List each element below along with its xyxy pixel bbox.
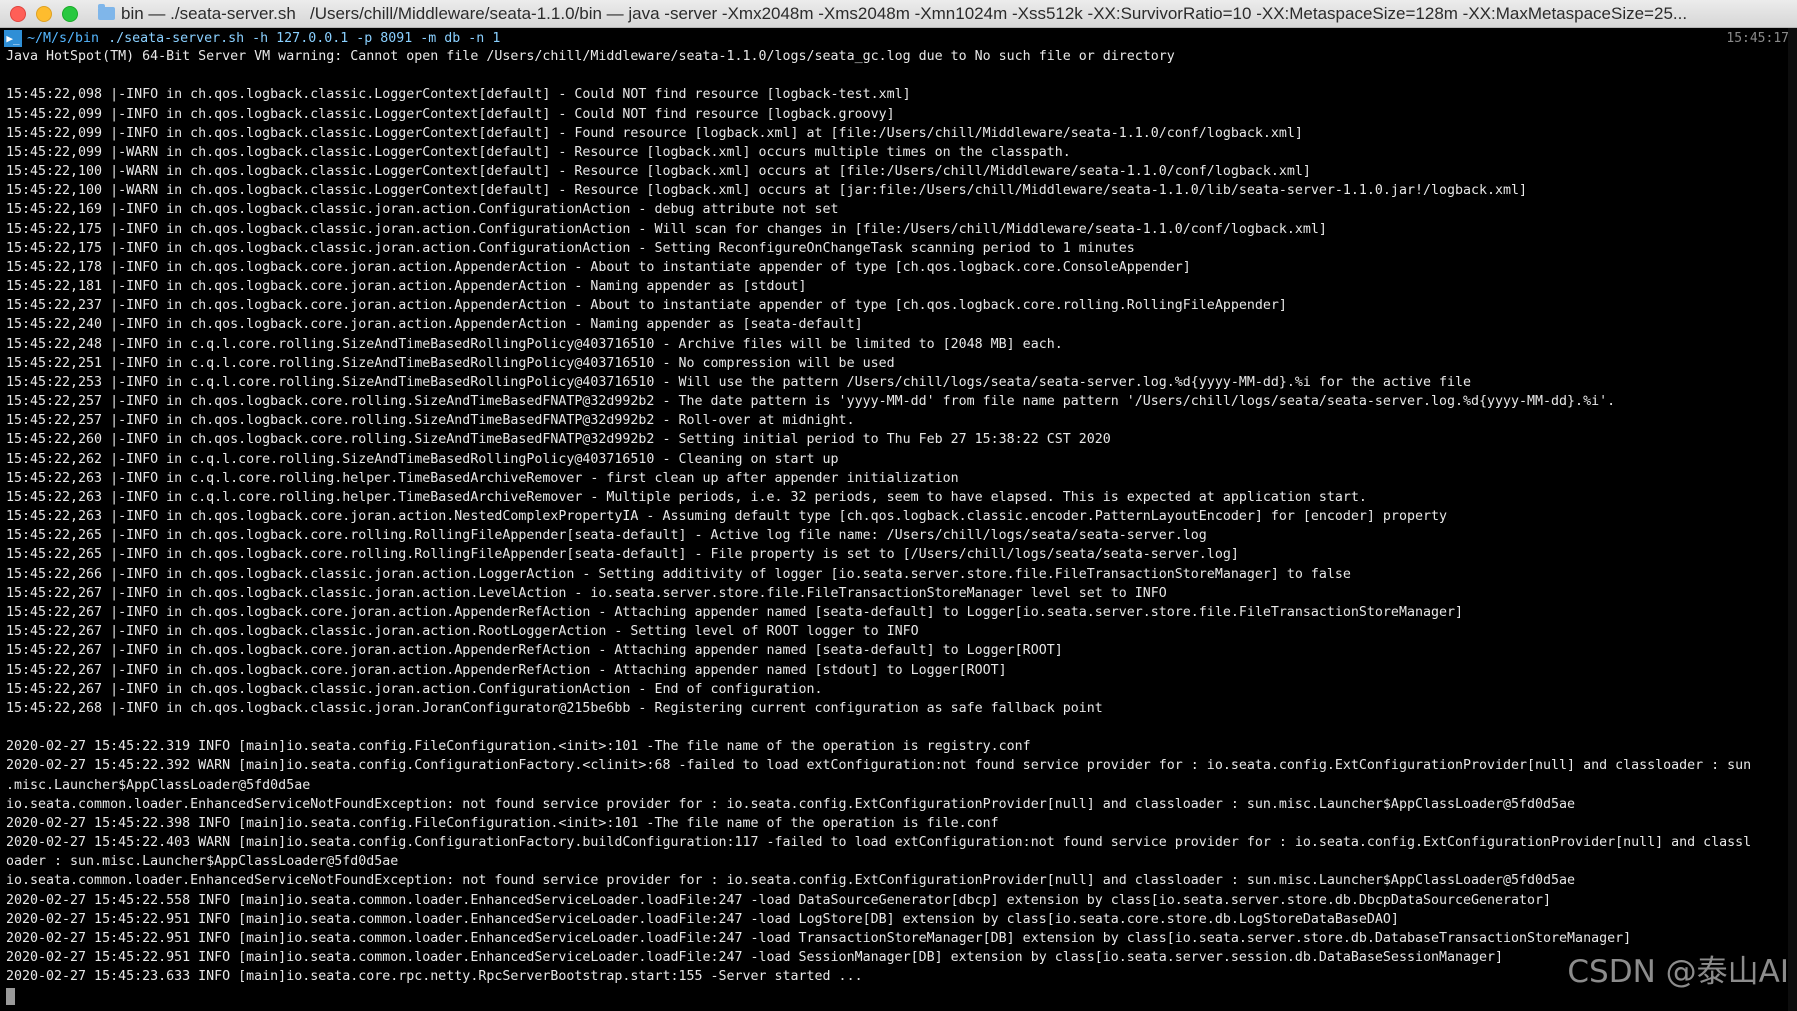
log-line: Java HotSpot(TM) 64-Bit Server VM warnin…: [6, 49, 1175, 64]
text-cursor: [6, 988, 15, 1005]
log-line: 15:45:22,237 |-INFO in ch.qos.logback.co…: [6, 298, 1287, 314]
prompt-line: ▶_ ~/M/s/bin ./seata-server.sh -h 127.0.…: [0, 30, 1797, 47]
folder-icon: [98, 4, 115, 20]
log-line: 15:45:22,099 |-WARN in ch.qos.logback.cl…: [6, 144, 1071, 160]
log-line: 2020-02-27 15:45:22.951 INFO [main]io.se…: [6, 911, 1399, 927]
log-line: 15:45:22,263 |-INFO in c.q.l.core.rollin…: [6, 470, 959, 486]
terminal-prompt-icon: ▶_: [4, 30, 22, 47]
log-line: 15:45:22,265 |-INFO in ch.qos.logback.co…: [6, 547, 1239, 563]
log-line: 15:45:22,181 |-INFO in ch.qos.logback.co…: [6, 279, 807, 295]
log-line: 2020-02-27 15:45:23.633 INFO [main]io.se…: [6, 969, 863, 985]
log-line: 15:45:22,265 |-INFO in ch.qos.logback.co…: [6, 528, 1207, 544]
watermark-text: CSDN @泰山AI: [1567, 954, 1789, 990]
log-line: 15:45:22,098 |-INFO in ch.qos.logback.cl…: [6, 87, 911, 103]
log-line: 15:45:22,257 |-INFO in ch.qos.logback.co…: [6, 413, 855, 429]
log-line: 15:45:22,267 |-INFO in ch.qos.logback.co…: [6, 662, 1007, 678]
log-output: Java HotSpot(TM) 64-Bit Server VM warnin…: [6, 47, 1796, 986]
prompt-arguments: -h 127.0.0.1 -p 8091 -m db -n 1: [252, 31, 501, 46]
window-title: bin — ./seata-server.sh /Users/chill/Mid…: [121, 3, 1688, 23]
window-titlebar: bin — ./seata-server.sh /Users/chill/Mid…: [0, 0, 1797, 28]
log-line: 15:45:22,257 |-INFO in ch.qos.logback.co…: [6, 394, 1616, 410]
zoom-window-button[interactable]: [62, 5, 78, 22]
window-controls: [0, 5, 78, 22]
log-line: 15:45:22,169 |-INFO in ch.qos.logback.cl…: [6, 202, 839, 218]
log-line: .misc.Launcher$AppClassLoader@5fd0d5ae: [6, 777, 311, 793]
log-line: 15:45:22,178 |-INFO in ch.qos.logback.co…: [6, 259, 1191, 275]
log-line: 15:45:22,253 |-INFO in c.q.l.core.rollin…: [6, 374, 1471, 390]
log-line: io.seata.common.loader.EnhancedServiceNo…: [6, 796, 1576, 812]
log-line: 15:45:22,268 |-INFO in ch.qos.logback.cl…: [6, 700, 1103, 716]
log-line: 15:45:22,267 |-INFO in ch.qos.logback.co…: [6, 604, 1463, 620]
log-line: 15:45:22,267 |-INFO in ch.qos.logback.cl…: [6, 624, 919, 640]
minimize-window-button[interactable]: [36, 5, 52, 22]
log-line: 15:45:22,251 |-INFO in c.q.l.core.rollin…: [6, 355, 895, 371]
log-line: oader : sun.misc.Launcher$AppClassLoader…: [6, 854, 399, 870]
log-line: 15:45:22,240 |-INFO in ch.qos.logback.co…: [6, 317, 863, 333]
log-line: 15:45:22,260 |-INFO in ch.qos.logback.co…: [6, 432, 1111, 448]
prompt-path: ~/M/s/bin: [27, 31, 100, 46]
terminal-output[interactable]: ▶_ ~/M/s/bin ./seata-server.sh -h 127.0.…: [0, 28, 1797, 1011]
log-line: 15:45:22,267 |-INFO in ch.qos.logback.cl…: [6, 585, 1167, 601]
log-line: 2020-02-27 15:45:22.398 INFO [main]io.se…: [6, 815, 999, 831]
log-line: 15:45:22,099 |-INFO in ch.qos.logback.cl…: [6, 106, 895, 122]
log-line: 15:45:22,262 |-INFO in c.q.l.core.rollin…: [6, 451, 839, 467]
log-line: io.seata.common.loader.EnhancedServiceNo…: [6, 873, 1576, 889]
log-line: 15:45:22,267 |-INFO in ch.qos.logback.cl…: [6, 681, 823, 697]
log-line: 2020-02-27 15:45:22.558 INFO [main]io.se…: [6, 892, 1552, 908]
log-line: 2020-02-27 15:45:22.403 WARN [main]io.se…: [6, 835, 1752, 851]
log-line: 2020-02-27 15:45:22.951 INFO [main]io.se…: [6, 950, 1504, 966]
prompt-timestamp: 15:45:17: [1726, 31, 1789, 46]
scrollbar[interactable]: [1788, 28, 1797, 1011]
log-line: 2020-02-27 15:45:22.392 WARN [main]io.se…: [6, 758, 1752, 774]
log-line: 15:45:22,248 |-INFO in c.q.l.core.rollin…: [6, 336, 1063, 352]
log-line: 15:45:22,263 |-INFO in ch.qos.logback.co…: [6, 509, 1447, 525]
log-line: 15:45:22,266 |-INFO in ch.qos.logback.cl…: [6, 566, 1351, 582]
log-line: 15:45:22,263 |-INFO in c.q.l.core.rollin…: [6, 489, 1367, 505]
log-line: 2020-02-27 15:45:22.951 INFO [main]io.se…: [6, 930, 1632, 946]
log-line: 15:45:22,175 |-INFO in ch.qos.logback.cl…: [6, 221, 1327, 237]
log-line: 2020-02-27 15:45:22.319 INFO [main]io.se…: [6, 739, 1031, 755]
prompt-command: ./seata-server.sh: [108, 31, 245, 46]
log-line: 15:45:22,100 |-WARN in ch.qos.logback.cl…: [6, 183, 1528, 199]
close-window-button[interactable]: [10, 5, 26, 22]
log-line: 15:45:22,100 |-WARN in ch.qos.logback.cl…: [6, 164, 1311, 180]
log-line: 15:45:22,267 |-INFO in ch.qos.logback.co…: [6, 643, 1063, 659]
log-line: 15:45:22,175 |-INFO in ch.qos.logback.cl…: [6, 240, 1135, 256]
log-line: 15:45:22,099 |-INFO in ch.qos.logback.cl…: [6, 125, 1303, 141]
